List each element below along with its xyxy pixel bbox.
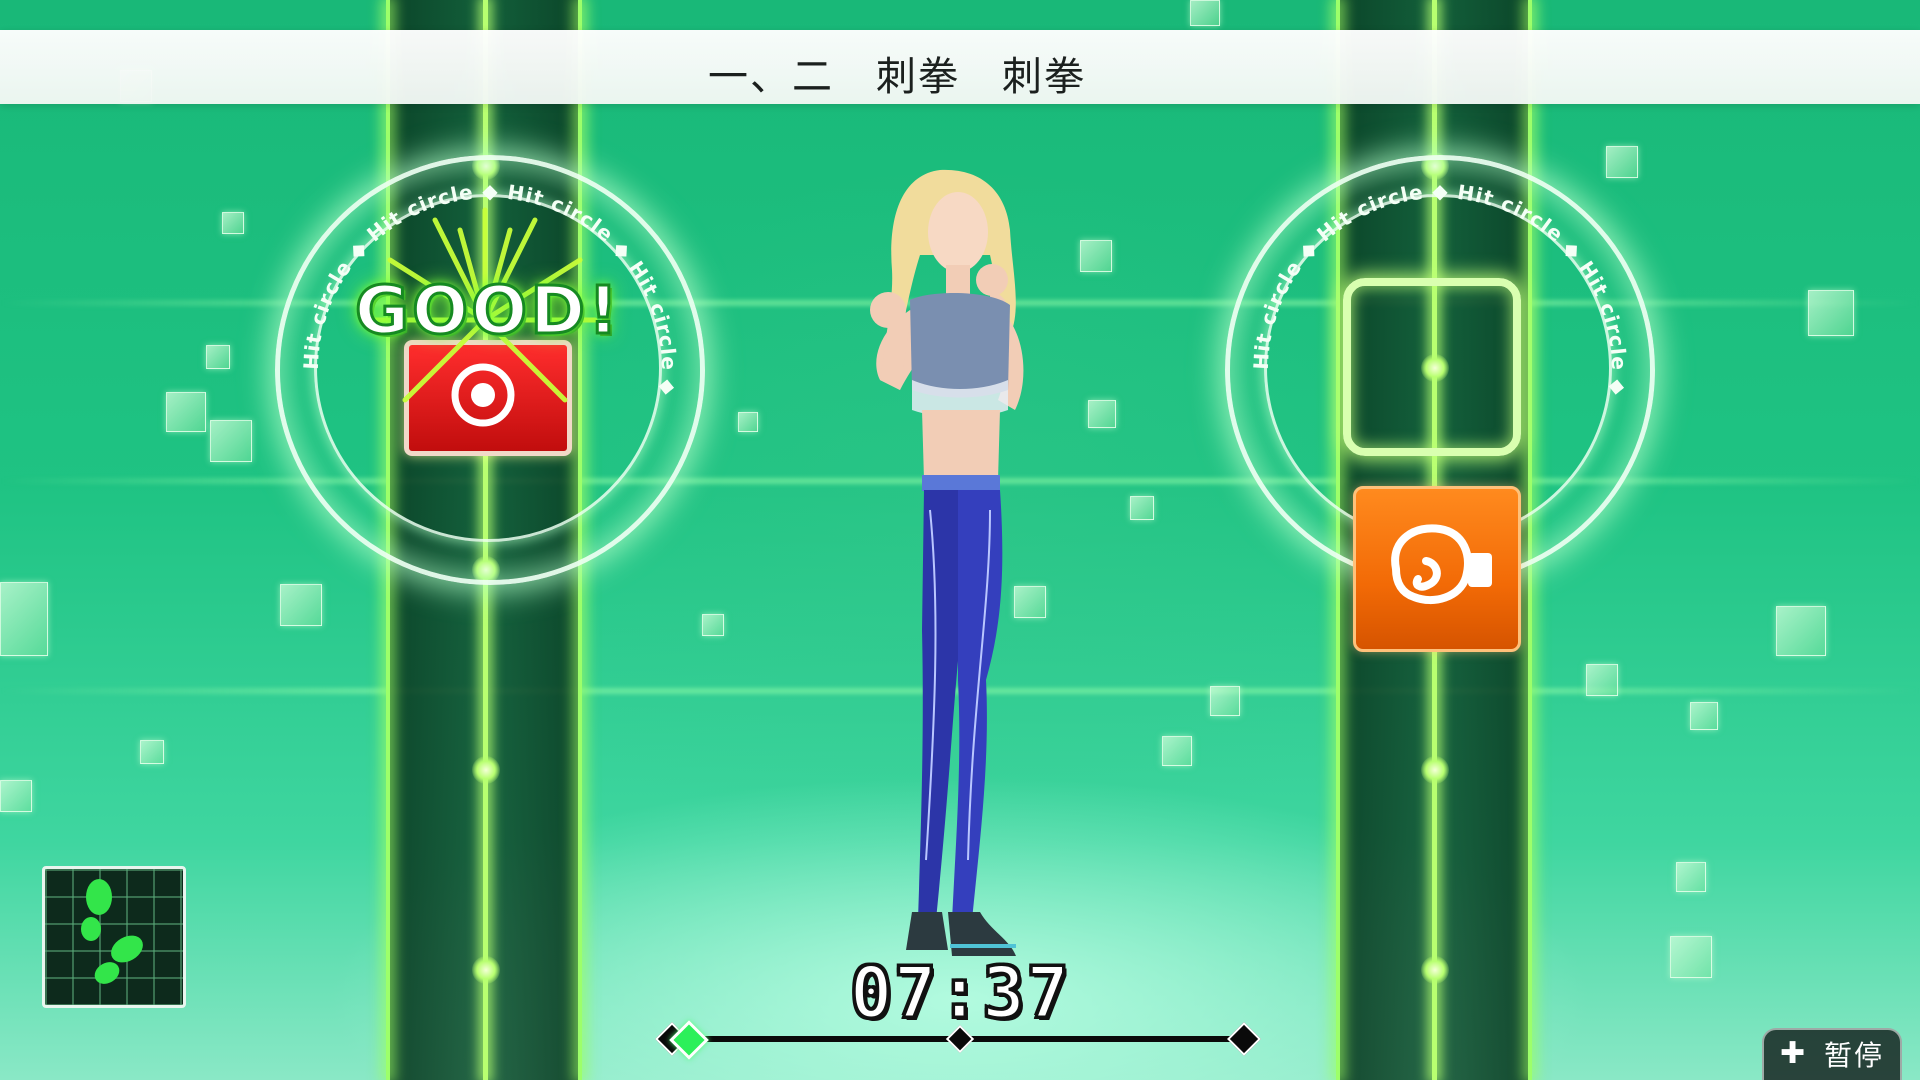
boxing-glove-icon	[1391, 524, 1492, 605]
floating-cube	[0, 780, 32, 812]
plus-icon: ✚	[1780, 1036, 1806, 1071]
move-instruction-text: 一、二 刺拳 刺拳	[708, 54, 1086, 100]
floating-cube	[1088, 400, 1116, 428]
floating-cube	[1676, 862, 1706, 892]
lane-node	[1421, 956, 1449, 984]
footwork-panel	[42, 866, 186, 1008]
floating-cube	[280, 584, 322, 626]
floating-cube	[1190, 0, 1220, 26]
move-instruction-banner: 一、二 刺拳 刺拳	[0, 30, 1920, 104]
right-target-tile	[1353, 486, 1521, 652]
floating-cube	[222, 212, 244, 234]
floating-cube	[1690, 702, 1718, 730]
floating-cube	[1080, 240, 1112, 272]
floating-cube	[1130, 496, 1154, 520]
lane-node	[472, 756, 500, 784]
trainer-character	[870, 169, 1024, 956]
floating-cube	[0, 582, 48, 656]
game-stage: Hit circle ◆ Hit circle ◆ Hit circle ◆ H…	[0, 0, 1920, 1080]
workout-timer: 07:37	[849, 951, 1071, 1036]
lane-node	[472, 956, 500, 984]
floating-cube	[702, 614, 724, 636]
pause-button[interactable]: ✚ 暂停	[1762, 1028, 1902, 1080]
floating-cube	[206, 345, 230, 369]
floating-cube	[1210, 686, 1240, 716]
floating-cube	[1162, 736, 1192, 766]
floating-cube	[738, 412, 758, 432]
floating-cube	[1586, 664, 1618, 696]
footsteps-icon	[81, 879, 143, 984]
floating-cube	[140, 740, 164, 764]
floating-cube	[1808, 290, 1854, 336]
lane-node	[1421, 756, 1449, 784]
pause-label: 暂停	[1824, 1039, 1885, 1072]
floating-cube	[1776, 606, 1826, 656]
floating-cube	[210, 420, 252, 462]
hit-rating-text: GOOD!	[353, 271, 622, 351]
floating-cube	[1670, 936, 1712, 978]
right-target-frame	[1343, 278, 1521, 456]
floating-cube	[166, 392, 206, 432]
progress-end-marker	[1227, 1022, 1261, 1056]
